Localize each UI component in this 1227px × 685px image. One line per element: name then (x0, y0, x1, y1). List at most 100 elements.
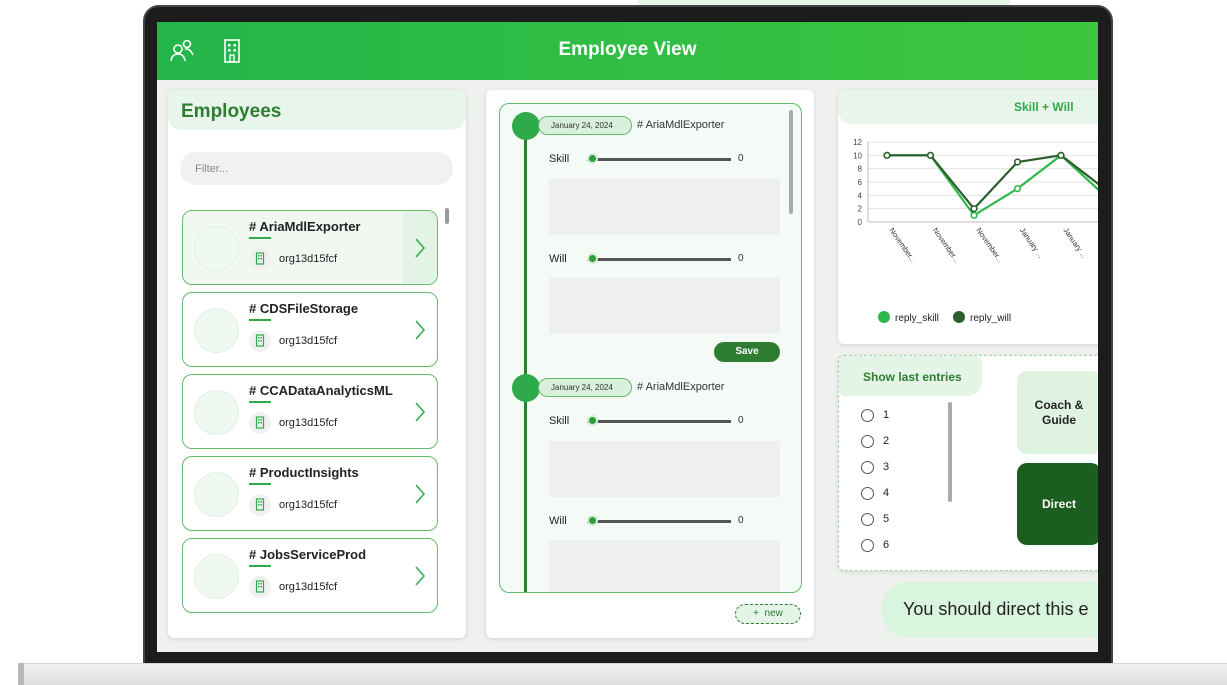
employees-header: Employees (168, 90, 466, 130)
radio-label: 1 (883, 409, 890, 421)
chevron-right-icon[interactable] (414, 565, 426, 587)
radio-button[interactable] (861, 539, 874, 552)
chart-title: Skill + Will (1014, 100, 1074, 114)
employees-scrollbar[interactable] (445, 208, 449, 224)
timeline-box: January 24, 2024 # AriaMdlExporter Skill… (499, 103, 802, 593)
new-entry-button[interactable]: + new (735, 604, 801, 624)
org-building-icon (249, 412, 271, 434)
app-header: Employee View (157, 22, 1098, 80)
last-entries-header: Show last entries (839, 356, 982, 396)
app-stage: Employee View Employees # AriaMdlExporte… (0, 0, 1227, 685)
employee-card[interactable]: # CDSFileStorage org13d15fcf (182, 292, 438, 367)
avatar (194, 554, 239, 599)
timeline-dot (512, 374, 540, 402)
chevron-right-icon[interactable] (414, 483, 426, 505)
entries-scrollbar[interactable] (948, 402, 952, 502)
employee-org: org13d15fcf (279, 499, 338, 511)
data-point (1013, 185, 1022, 193)
will-slider-handle[interactable] (587, 253, 598, 264)
employee-card[interactable]: # AriaMdlExporter org13d15fcf (182, 210, 438, 285)
will-value: 0 (738, 253, 744, 264)
employees-title: Employees (181, 101, 282, 122)
y-tick-label: 0 (858, 218, 863, 227)
employee-name: # CDSFileStorage (249, 301, 359, 316)
series-line-reply_skill (887, 153, 1098, 217)
chart-header: Skill + Will (838, 90, 1098, 124)
skill-value: 0 (738, 415, 744, 426)
name-underline (249, 319, 271, 321)
data-point (1057, 151, 1065, 159)
will-comment-textarea[interactable] (549, 540, 780, 592)
page-title: Employee View (558, 39, 697, 60)
x-tick-label: November... (931, 226, 962, 264)
employee-card[interactable]: # ProductInsights org13d15fcf (182, 456, 438, 531)
skill-comment-textarea[interactable] (549, 441, 780, 497)
laptop-base (18, 663, 1227, 685)
will-value: 0 (738, 515, 744, 526)
last-entries-title: Show last entries (863, 370, 962, 384)
timeline-scrollbar[interactable] (789, 110, 793, 214)
radio-button[interactable] (861, 461, 874, 474)
x-tick-label: January ... (1018, 226, 1045, 260)
save-button[interactable]: Save (714, 342, 780, 362)
skill-slider-handle[interactable] (587, 415, 598, 426)
employees-panel: Employees # AriaMdlExporterorg13d15fcf# … (168, 90, 466, 638)
radio-label: 6 (883, 539, 890, 551)
will-comment-textarea[interactable] (549, 278, 780, 334)
will-slider-handle[interactable] (587, 515, 598, 526)
radio-label: 4 (883, 487, 890, 499)
last-entries-panel: Show last entries 1 2 3 4 5 6 Coach & Guide D… (838, 355, 1098, 571)
skill-label: Skill (549, 153, 570, 165)
employee-org: org13d15fcf (279, 417, 338, 429)
x-tick-label: January ... (1061, 226, 1088, 260)
org-building-icon (249, 494, 271, 516)
data-point (970, 211, 978, 219)
skill-will-chart: 0 2 4 6 8 10 12 November... November... November.… (853, 138, 1098, 324)
will-label: Will (549, 253, 567, 265)
will-slider[interactable] (587, 258, 731, 261)
chevron-right-icon[interactable] (414, 237, 426, 259)
y-tick-label: 8 (858, 165, 863, 174)
chevron-right-icon[interactable] (414, 401, 426, 423)
legend-label: reply_will (970, 313, 1011, 324)
employee-name: # JobsServiceProd (249, 547, 367, 562)
skill-comment-textarea[interactable] (549, 179, 780, 235)
data-point (883, 151, 891, 159)
will-label: Will (549, 515, 567, 527)
recommendation-bubble: You should direct this e (881, 582, 1098, 638)
filter-input[interactable] (180, 152, 453, 185)
skill-slider[interactable] (587, 158, 731, 161)
radio-button[interactable] (861, 435, 874, 448)
skill-slider[interactable] (587, 420, 731, 423)
employee-card[interactable]: # JobsServiceProd org13d15fcf (182, 538, 438, 613)
employee-name: # ProductInsights (249, 465, 359, 480)
radio-button[interactable] (861, 513, 874, 526)
name-underline (249, 483, 271, 485)
radio-button[interactable] (861, 409, 874, 422)
new-entry-label: new (764, 608, 783, 619)
skill-slider-handle[interactable] (587, 153, 598, 164)
y-tick-label: 10 (853, 151, 862, 160)
coach-guide-button[interactable]: Coach & Guide (1017, 371, 1098, 454)
direct-button[interactable]: Direct (1017, 463, 1098, 545)
radio-label: 5 (883, 513, 890, 525)
legend-swatch (953, 311, 965, 323)
chevron-right-icon[interactable] (414, 319, 426, 341)
employee-card[interactable]: # CCADataAnalyticsML org13d15fcf (182, 374, 438, 449)
name-underline (249, 565, 271, 567)
data-point (970, 205, 978, 213)
timeline-dot (512, 112, 540, 140)
y-tick-label: 6 (858, 178, 863, 187)
y-tick-label: 4 (858, 191, 863, 200)
radio-label: 3 (883, 461, 890, 473)
will-slider[interactable] (587, 520, 731, 523)
y-tick-label: 12 (853, 138, 862, 147)
entry-employee-name: # AriaMdlExporter (637, 119, 725, 131)
skill-label: Skill (549, 415, 570, 427)
org-building-icon (249, 576, 271, 598)
entry-employee-name: # AriaMdlExporter (637, 381, 725, 393)
employee-org: org13d15fcf (279, 253, 338, 265)
org-building-icon (249, 330, 271, 352)
radio-button[interactable] (861, 487, 874, 500)
employee-org: org13d15fcf (279, 335, 338, 347)
